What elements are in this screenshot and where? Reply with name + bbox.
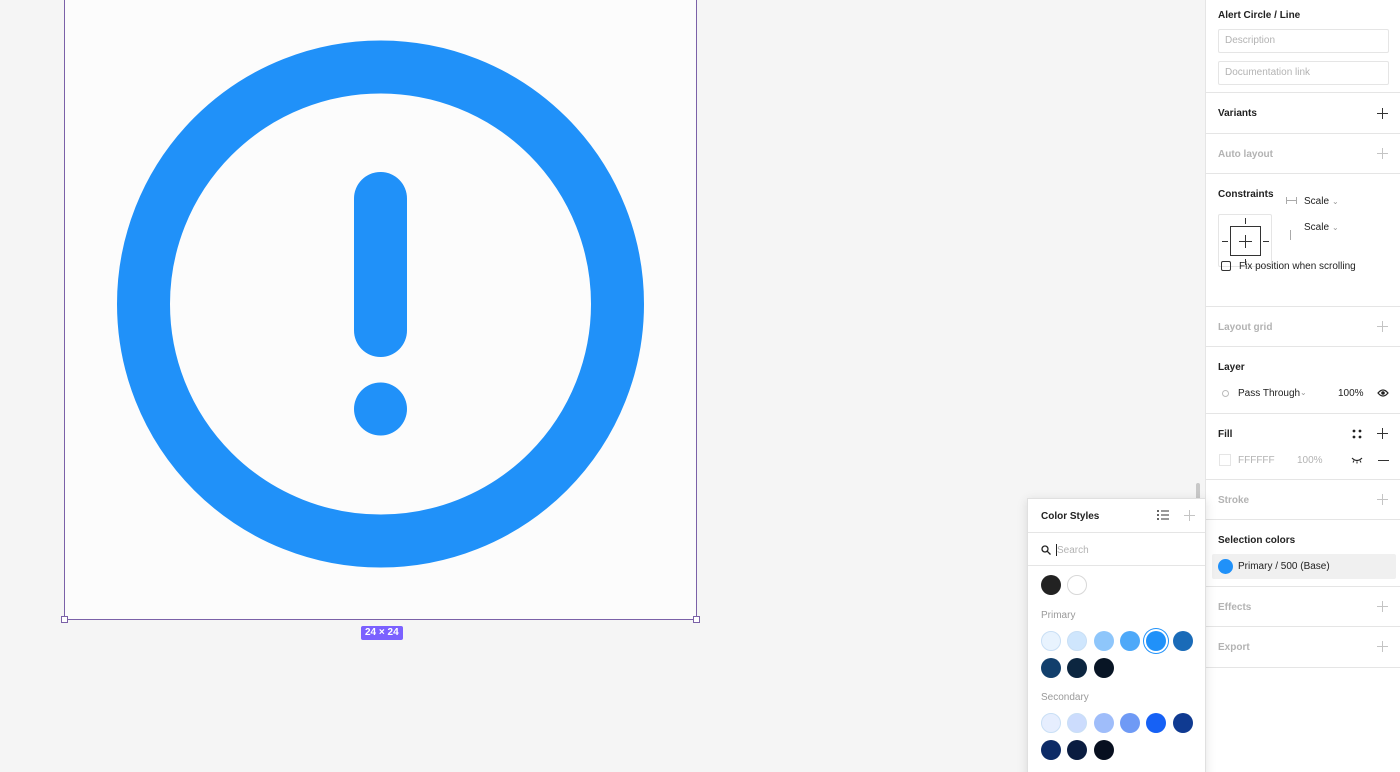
fix-position-label: Fix position when scrolling — [1239, 261, 1356, 272]
selection-colors-title: Selection colors — [1218, 535, 1296, 546]
selection-color-name: Primary / 500 (Base) — [1238, 561, 1330, 572]
eye-icon[interactable] — [1377, 388, 1389, 398]
secondary-group-label: Secondary — [1041, 692, 1089, 703]
popup-divider — [1028, 565, 1205, 566]
alert-exclamation-dot — [354, 382, 407, 436]
constraints-widget[interactable] — [1218, 214, 1272, 267]
selection-colors-section: Selection colors Primary / 500 (Base) — [1206, 520, 1400, 587]
add-auto-layout-icon[interactable] — [1377, 148, 1388, 159]
constraint-top-tick[interactable] — [1245, 218, 1246, 224]
chevron-down-icon[interactable]: ⌄ — [1300, 388, 1307, 397]
properties-panel: Alert Circle / Line Description Document… — [1205, 0, 1400, 772]
add-variant-icon[interactable] — [1377, 108, 1388, 119]
auto-layout-title: Auto layout — [1218, 149, 1273, 160]
chevron-down-icon[interactable]: ⌄ — [1332, 223, 1339, 232]
secondary-swatch[interactable] — [1119, 713, 1140, 733]
horizontal-constraint-icon — [1286, 197, 1297, 204]
add-color-style-icon[interactable] — [1184, 510, 1195, 521]
popup-divider — [1028, 532, 1205, 533]
secondary-swatch[interactable] — [1067, 713, 1088, 733]
fill-title: Fill — [1218, 429, 1233, 440]
fill-hex[interactable]: FFFFFF — [1238, 455, 1275, 466]
color-search-input[interactable]: Search — [1057, 545, 1089, 556]
secondary-swatch[interactable] — [1172, 713, 1193, 733]
constraints-title: Constraints — [1218, 189, 1274, 200]
alert-circle-icon[interactable] — [64, 0, 697, 620]
horizontal-constraint-value[interactable]: Scale — [1304, 196, 1329, 207]
fix-position-checkbox[interactable] — [1221, 261, 1231, 271]
fill-opacity[interactable]: 100% — [1297, 455, 1323, 466]
primary-swatch[interactable] — [1041, 657, 1061, 678]
primary-swatch[interactable] — [1093, 657, 1114, 678]
variants-section: Variants — [1206, 93, 1400, 134]
selection-color-swatch — [1218, 559, 1233, 574]
base-swatch[interactable] — [1041, 575, 1061, 595]
search-icon — [1041, 545, 1051, 555]
effects-section: Effects — [1206, 587, 1400, 627]
layer-opacity[interactable]: 100% — [1338, 388, 1364, 399]
secondary-swatch[interactable] — [1093, 713, 1114, 733]
color-styles-popup: Color Styles Search Primary Secondary — [1027, 498, 1206, 772]
auto-layout-section: Auto layout — [1206, 134, 1400, 174]
eye-hidden-icon[interactable] — [1351, 456, 1363, 464]
layout-grid-title: Layout grid — [1218, 322, 1273, 333]
layout-grid-section: Layout grid — [1206, 307, 1400, 347]
primary-swatch[interactable] — [1119, 631, 1140, 651]
constraints-section: Constraints Scale ⌄ Scale ⌄ Fix position… — [1206, 174, 1400, 307]
secondary-swatch[interactable] — [1041, 739, 1061, 760]
documentation-link-field[interactable]: Documentation link — [1218, 61, 1389, 85]
component-section: Alert Circle / Line Description Document… — [1206, 0, 1400, 93]
style-grid-icon[interactable] — [1352, 429, 1362, 439]
resize-handle-bottom-left[interactable] — [61, 616, 68, 623]
add-effect-icon[interactable] — [1377, 601, 1388, 612]
resize-handle-bottom-right[interactable] — [693, 616, 700, 623]
export-section: Export — [1206, 627, 1400, 668]
effects-title: Effects — [1218, 602, 1252, 613]
secondary-swatch[interactable] — [1041, 713, 1061, 733]
canvas[interactable]: 24 × 24 — [0, 0, 1205, 772]
stroke-title: Stroke — [1218, 495, 1250, 506]
color-styles-title: Color Styles — [1041, 511, 1100, 522]
frame-size-badge: 24 × 24 — [361, 626, 403, 640]
add-export-icon[interactable] — [1377, 641, 1388, 652]
add-stroke-icon[interactable] — [1377, 494, 1388, 505]
primary-swatch[interactable] — [1067, 657, 1088, 678]
stroke-section: Stroke — [1206, 480, 1400, 520]
constraints-cross-v — [1245, 235, 1246, 248]
component-name: Alert Circle / Line — [1218, 10, 1301, 21]
blend-mode-select[interactable]: Pass Through — [1238, 388, 1300, 399]
blend-mode-icon — [1222, 390, 1229, 397]
fill-section: Fill FFFFFF 100% — [1206, 414, 1400, 480]
constraint-left-tick[interactable] — [1222, 241, 1228, 242]
export-title: Export — [1218, 642, 1250, 653]
alert-exclamation-bar — [354, 172, 407, 357]
secondary-swatch[interactable] — [1093, 739, 1114, 760]
add-layout-grid-icon[interactable] — [1377, 321, 1388, 332]
primary-swatch[interactable] — [1093, 631, 1114, 651]
base-swatch[interactable] — [1067, 575, 1088, 595]
layer-section: Layer Pass Through ⌄ 100% — [1206, 347, 1400, 414]
primary-group-label: Primary — [1041, 610, 1076, 621]
list-view-icon[interactable] — [1157, 510, 1169, 520]
primary-swatch[interactable] — [1067, 631, 1088, 651]
vertical-constraint-value[interactable]: Scale — [1304, 222, 1329, 233]
description-field[interactable]: Description — [1218, 29, 1389, 53]
primary-swatch[interactable] — [1172, 631, 1193, 651]
remove-fill-icon[interactable] — [1378, 460, 1389, 461]
layer-title: Layer — [1218, 362, 1245, 373]
add-fill-icon[interactable] — [1377, 428, 1388, 439]
vertical-constraint-icon — [1290, 230, 1291, 240]
secondary-swatch[interactable] — [1067, 739, 1088, 760]
chevron-down-icon[interactable]: ⌄ — [1332, 197, 1339, 206]
fill-swatch[interactable] — [1219, 454, 1231, 466]
constraint-right-tick[interactable] — [1263, 241, 1269, 242]
variants-title: Variants — [1218, 108, 1257, 119]
secondary-swatch[interactable] — [1146, 713, 1167, 733]
primary-swatch[interactable] — [1146, 631, 1167, 651]
primary-swatch[interactable] — [1041, 631, 1061, 651]
selection-color-row[interactable]: Primary / 500 (Base) — [1212, 554, 1396, 579]
